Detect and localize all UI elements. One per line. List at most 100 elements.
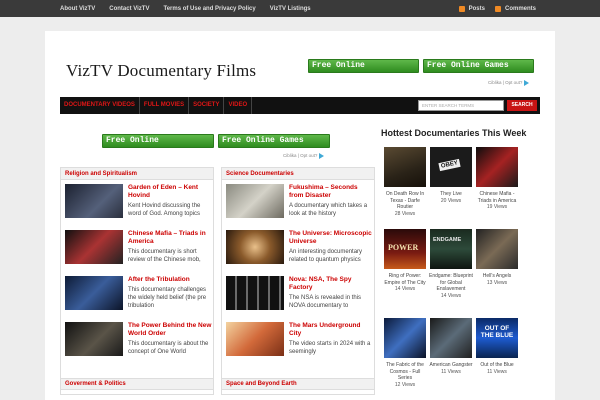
ad-free-online-button[interactable]: Free Online — [308, 59, 419, 73]
documentary-poster[interactable]: OUT OF THE BLUE — [476, 318, 518, 358]
posts-feed-link[interactable]: Posts — [469, 6, 485, 12]
top-nav-about[interactable]: About VizTV — [60, 6, 95, 12]
view-count: 11 Views — [441, 368, 461, 375]
view-count: 12 Views — [394, 381, 416, 388]
item-title[interactable]: The Universe: Microscopic Universe — [289, 230, 373, 246]
item-description: This documentary challenges the widely h… — [128, 287, 207, 309]
adchoices-label[interactable]: Ciblika | Opt out? — [488, 80, 530, 86]
video-thumbnail[interactable] — [65, 276, 123, 310]
religion-heading[interactable]: Religion and Spiritualism — [61, 168, 213, 180]
poster-text: POWER — [388, 243, 419, 252]
religion-section: Religion and Spiritualism Garden of Eden… — [60, 167, 214, 395]
item-title[interactable]: The Mars Underground City — [289, 322, 373, 338]
item-description: This documentary is about the concept of… — [128, 341, 209, 355]
documentary-poster[interactable] — [384, 147, 426, 187]
documentary-poster[interactable] — [476, 229, 518, 269]
menu-society[interactable]: SOCIETY — [189, 97, 225, 114]
video-thumbnail[interactable] — [226, 276, 284, 310]
item-title[interactable]: Fukushima – Seconds from Disaster — [289, 184, 373, 200]
comments-feed-link[interactable]: Comments — [505, 6, 536, 12]
main-menu: DOCUMENTARY VIDEOS FULL MOVIES SOCIETY V… — [60, 97, 540, 114]
item-description: An interesting documentary related to qu… — [289, 249, 363, 263]
documentary-card[interactable]: American Gangster 11 Views — [428, 318, 474, 375]
documentary-title[interactable]: Endgame: Blueprint for Global Enslavemen… — [428, 273, 474, 293]
list-item: Chinese Mafia – Triads in America This d… — [61, 230, 213, 270]
video-thumbnail[interactable] — [65, 322, 123, 356]
documentary-poster[interactable] — [430, 318, 472, 358]
hottest-heading: Hottest Documentaries This Week — [381, 128, 527, 138]
video-thumbnail[interactable] — [226, 230, 284, 264]
menu-documentary-videos[interactable]: DOCUMENTARY VIDEOS — [60, 97, 140, 114]
documentary-title[interactable]: The Fabric of the Cosmos - Full Series — [382, 362, 428, 382]
top-nav: About VizTV Contact VizTV Terms of Use a… — [60, 6, 325, 12]
search-input[interactable]: ENTER SEARCH TERMS — [418, 100, 504, 111]
rss-icon — [458, 5, 465, 12]
list-item: Nova: NSA, The Spy Factory The NSA is re… — [222, 276, 374, 316]
search-button[interactable]: SEARCH — [507, 100, 537, 111]
top-bar: About VizTV Contact VizTV Terms of Use a… — [0, 0, 600, 17]
view-count: 14 Views — [394, 286, 416, 292]
documentary-poster[interactable]: POWER — [384, 229, 426, 269]
documentary-card[interactable]: Chinese Mafia - Triads in America 19 Vie… — [474, 147, 520, 211]
documentary-poster[interactable] — [476, 147, 518, 187]
science-heading[interactable]: Science Documentaries — [222, 168, 374, 180]
ad-free-online-games-button[interactable]: Free Online Games — [423, 59, 534, 73]
documentary-title[interactable]: American Gangster — [428, 362, 474, 369]
view-count: 11 Views — [487, 368, 507, 375]
list-item: The Universe: Microscopic Universe An in… — [222, 230, 374, 270]
view-count: 13 Views — [486, 279, 508, 286]
ad-free-online-games-button-2[interactable]: Free Online Games — [218, 134, 330, 148]
list-item: The Power Behind the New World Order Thi… — [61, 322, 213, 362]
feed-links: Posts Comments — [449, 0, 536, 17]
top-nav-listings[interactable]: VizTV Listings — [270, 6, 311, 12]
documentary-title[interactable]: Out of the Blue — [474, 362, 520, 369]
documentary-card[interactable]: OUT OF THE BLUE Out of the Blue 11 Views — [474, 318, 520, 375]
documentary-card[interactable]: Hell's Angels 13 Views — [474, 229, 520, 286]
video-thumbnail[interactable] — [65, 230, 123, 264]
documentary-card[interactable]: OBEY They Live 20 Views — [428, 147, 474, 204]
menu-video[interactable]: VIDEO — [224, 97, 253, 114]
documentary-card[interactable]: The Fabric of the Cosmos - Full Series 1… — [382, 318, 428, 388]
item-description: Kent Hovind discussing the word of God. … — [128, 203, 201, 217]
documentary-card[interactable]: POWER Ring of Power: Empire of The City … — [382, 229, 428, 293]
top-nav-contact[interactable]: Contact VizTV — [109, 6, 149, 12]
space-beyond-earth-heading[interactable]: Space and Beyond Earth — [221, 378, 375, 390]
item-title[interactable]: Chinese Mafia – Triads in America — [128, 230, 212, 246]
documentary-poster[interactable]: ENDGAME — [430, 229, 472, 269]
documentary-poster[interactable] — [384, 318, 426, 358]
menu-full-movies[interactable]: FULL MOVIES — [140, 97, 190, 114]
documentary-poster[interactable]: OBEY — [430, 147, 472, 187]
documentary-title[interactable]: Ring of Power: Empire of The City — [382, 273, 428, 286]
item-description: This documentary is short review of the … — [128, 249, 201, 263]
science-section: Science Documentaries Fukushima – Second… — [221, 167, 375, 395]
documentary-title[interactable]: On Death Row In Texas - Darfe Routier — [382, 191, 428, 211]
item-title[interactable]: Garden of Eden – Kent Hovind — [128, 184, 212, 200]
government-politics-heading[interactable]: Goverment & Politics — [60, 378, 214, 390]
poster-text: OBEY — [438, 158, 461, 172]
ad-free-online-button-2[interactable]: Free Online — [102, 134, 214, 148]
documentary-card[interactable]: ENDGAME Endgame: Blueprint for Global En… — [428, 229, 474, 299]
view-count: 14 Views — [440, 292, 462, 299]
adchoices-text: Ciblika | Opt out? — [488, 80, 523, 86]
adchoices-label-2[interactable]: Ciblika | Opt out? — [283, 153, 325, 159]
item-description: A documentary which takes a look at the … — [289, 203, 368, 217]
item-description: The NSA is revealed in this NOVA documen… — [289, 295, 362, 309]
documentary-title[interactable]: Chinese Mafia - Triads in America — [474, 191, 520, 204]
item-title[interactable]: After the Tribulation — [128, 276, 212, 284]
list-item: After the Tribulation This documentary c… — [61, 276, 213, 316]
documentary-card[interactable]: On Death Row In Texas - Darfe Routier 28… — [382, 147, 428, 217]
poster-text: ENDGAME — [433, 237, 462, 243]
list-item: The Mars Underground City The video star… — [222, 322, 374, 362]
adchoices-icon — [524, 80, 530, 86]
item-description: The video starts in 2024 with a seemingl… — [289, 341, 371, 355]
site-logo[interactable]: VizTV Documentary Films — [66, 61, 256, 81]
video-thumbnail[interactable] — [226, 322, 284, 356]
video-thumbnail[interactable] — [226, 184, 284, 218]
top-nav-terms[interactable]: Terms of Use and Privacy Policy — [163, 6, 255, 12]
adchoices-text: Ciblika | Opt out? — [283, 153, 318, 159]
video-thumbnail[interactable] — [65, 184, 123, 218]
item-title[interactable]: The Power Behind the New World Order — [128, 322, 212, 338]
item-title[interactable]: Nova: NSA, The Spy Factory — [289, 276, 373, 292]
view-count: 19 Views — [486, 204, 508, 210]
adchoices-icon — [319, 153, 325, 159]
